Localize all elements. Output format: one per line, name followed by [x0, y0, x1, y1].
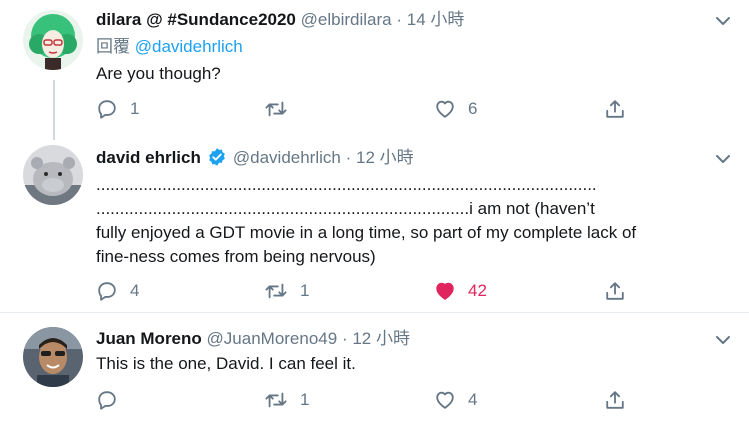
- tweet-text: Are you though?: [96, 62, 736, 86]
- reply-icon: [98, 100, 116, 119]
- verified-badge-icon: [209, 148, 225, 166]
- tweet-text-line: fully enjoyed a GDT movie in a long time…: [96, 223, 637, 242]
- display-name[interactable]: david ehrlich: [96, 148, 201, 167]
- tweet-header: dilara @ #Sundance2020 @elbirdilara · 14…: [96, 9, 464, 31]
- timestamp[interactable]: 12 小時: [356, 148, 414, 167]
- retweet-icon: [265, 101, 287, 117]
- reply-button[interactable]: [96, 388, 130, 412]
- like-button[interactable]: 4: [434, 388, 477, 412]
- share-icon: [606, 100, 624, 118]
- avatar[interactable]: [23, 10, 83, 70]
- timestamp[interactable]: 12 小時: [352, 329, 410, 348]
- tweet-actions: 1 4: [96, 388, 656, 412]
- chevron-down-icon[interactable]: [714, 331, 732, 349]
- like-button[interactable]: 6: [434, 97, 477, 121]
- tweet-actions: 1 6: [96, 97, 656, 121]
- tweet-header: Juan Moreno @JuanMoreno49 · 12 小時: [96, 328, 410, 350]
- retweet-count: 1: [300, 390, 310, 409]
- share-icon: [606, 391, 624, 409]
- tweet-juan-moreno[interactable]: Juan Moreno @JuanMoreno49 · 12 小時 This i…: [0, 313, 749, 421]
- display-name[interactable]: dilara @ #Sundance2020: [96, 10, 296, 29]
- retweet-button[interactable]: 1: [264, 388, 309, 412]
- reply-icon: [98, 391, 116, 410]
- like-icon: [436, 391, 454, 409]
- separator-dot: ·: [341, 329, 348, 348]
- share-button[interactable]: [604, 97, 626, 121]
- tweet-text-line: ........................................…: [96, 175, 597, 194]
- reply-button[interactable]: 1: [96, 97, 139, 121]
- tweet-text-line: This is the one, David. I can feel it.: [96, 354, 356, 373]
- reply-button[interactable]: 4: [96, 279, 139, 303]
- chevron-down-icon[interactable]: [714, 12, 732, 30]
- reply-count: 4: [130, 281, 140, 300]
- reply-prefix: 回覆: [96, 37, 130, 56]
- display-name[interactable]: Juan Moreno: [96, 329, 202, 348]
- reply-count: 1: [130, 99, 140, 118]
- like-button[interactable]: 42: [434, 279, 487, 303]
- chevron-down-icon[interactable]: [714, 150, 732, 168]
- user-handle[interactable]: @davidehrlich: [233, 148, 341, 167]
- tweet-text: This is the one, David. I can feel it.: [96, 352, 736, 376]
- share-button[interactable]: [604, 388, 626, 412]
- tweet-actions: 4 1 42: [96, 279, 656, 303]
- share-button[interactable]: [604, 279, 626, 303]
- like-icon: [436, 282, 454, 300]
- timestamp[interactable]: 14 小時: [407, 10, 465, 29]
- tweet-david-ehrlich[interactable]: david ehrlich @davidehrlich · 12 小時 ....…: [0, 140, 749, 312]
- like-count: 4: [468, 390, 478, 409]
- like-count: 42: [468, 281, 487, 300]
- user-handle[interactable]: @JuanMoreno49: [207, 329, 338, 348]
- tweet-text-line: fine-ness comes from being nervous): [96, 247, 376, 266]
- replying-to: 回覆 @davidehrlich: [96, 36, 243, 58]
- separator-dot: ·: [396, 10, 403, 29]
- avatar[interactable]: [23, 145, 83, 205]
- retweet-icon: [265, 283, 287, 299]
- like-icon: [436, 100, 454, 118]
- tweet-text-line: ........................................…: [96, 199, 595, 218]
- like-count: 6: [468, 99, 478, 118]
- retweet-button[interactable]: 1: [264, 279, 309, 303]
- retweet-icon: [265, 392, 287, 408]
- separator-dot: ·: [345, 148, 352, 167]
- tweet-header: david ehrlich @davidehrlich · 12 小時: [96, 147, 414, 169]
- reply-icon: [98, 282, 116, 301]
- tweet-text: ........................................…: [96, 173, 736, 269]
- retweet-count: 1: [300, 281, 310, 300]
- user-handle[interactable]: @elbirdilara: [301, 10, 392, 29]
- retweet-button[interactable]: [264, 97, 300, 121]
- share-icon: [606, 282, 624, 300]
- tweet-text-line: Are you though?: [96, 64, 221, 83]
- tweet-dilara[interactable]: dilara @ #Sundance2020 @elbirdilara · 14…: [0, 0, 749, 140]
- reply-to-link[interactable]: @davidehrlich: [135, 37, 243, 56]
- avatar[interactable]: [23, 327, 83, 387]
